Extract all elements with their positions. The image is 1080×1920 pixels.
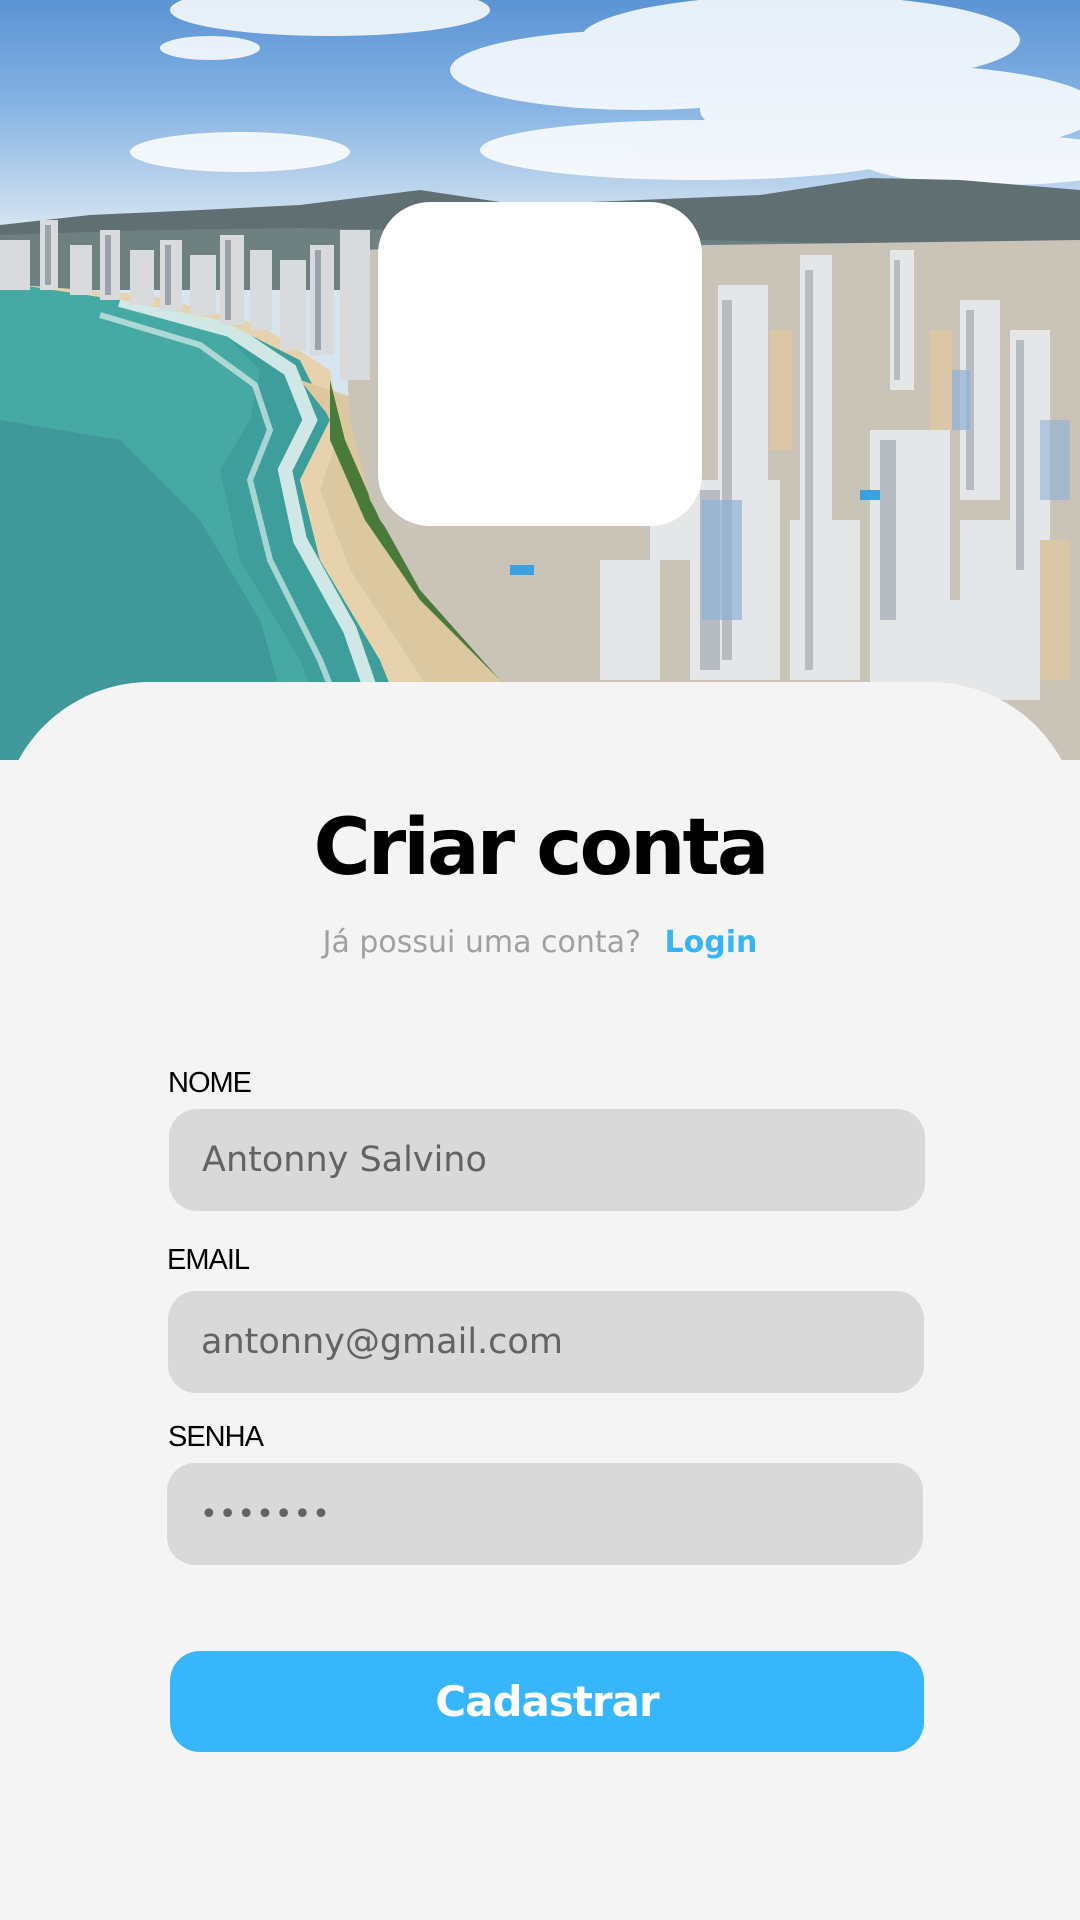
email-label: EMAIL bbox=[167, 1244, 250, 1276]
password-field[interactable]: ••••••• bbox=[167, 1463, 923, 1565]
login-link[interactable]: Login bbox=[665, 925, 758, 960]
signup-screen: Criar conta Já possui uma conta? Login N… bbox=[0, 0, 1080, 1920]
login-row: Já possui uma conta? Login bbox=[0, 925, 1080, 960]
email-input[interactable] bbox=[201, 1322, 924, 1362]
logo-placeholder bbox=[378, 202, 702, 526]
login-prompt: Já possui uma conta? bbox=[322, 925, 641, 960]
password-label: SENHA bbox=[168, 1421, 264, 1453]
name-field[interactable] bbox=[169, 1109, 925, 1211]
register-button[interactable]: Cadastrar bbox=[170, 1651, 924, 1752]
name-label: NOME bbox=[168, 1067, 252, 1099]
password-input[interactable]: ••••••• bbox=[200, 1497, 331, 1532]
page-title: Criar conta bbox=[313, 803, 770, 893]
name-input[interactable] bbox=[202, 1140, 925, 1180]
email-field[interactable] bbox=[168, 1291, 924, 1393]
